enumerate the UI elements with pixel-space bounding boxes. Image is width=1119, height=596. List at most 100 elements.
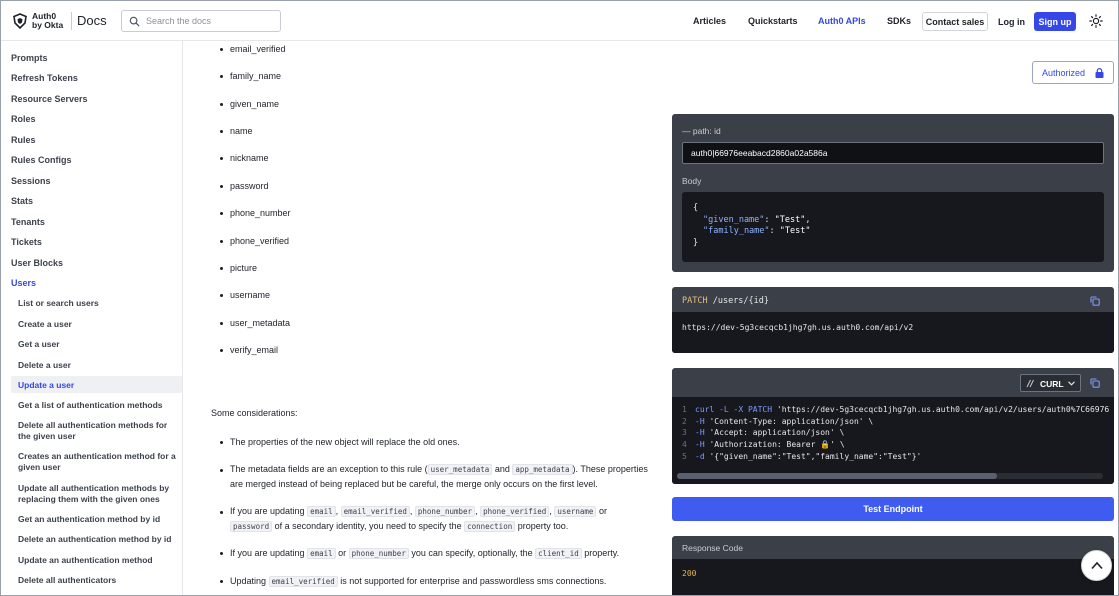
sidebar: Prompts Refresh Tokens Resource Servers …: [1, 41, 183, 595]
logo-text: Auth0 by Okta: [32, 12, 63, 30]
json-colon: :: [764, 215, 775, 225]
line-number: 1: [682, 405, 687, 414]
line-number: 4: [682, 440, 687, 449]
sidebar-item-rules[interactable]: Rules: [11, 135, 36, 145]
sidebar-item-resource-servers[interactable]: Resource Servers: [11, 94, 88, 104]
sidebar-subitem-update-user[interactable]: Update a user: [18, 380, 178, 391]
bullet: [220, 552, 223, 555]
sidebar-item-sessions[interactable]: Sessions: [11, 176, 51, 186]
search-input[interactable]: [146, 14, 276, 28]
field-email-verified: email_verified: [230, 44, 286, 54]
search-icon: [129, 16, 140, 27]
code-line: -H 'Authorization: Bearer 🔒' \: [695, 440, 845, 449]
sidebar-subitem-list-auth-methods[interactable]: Get a list of authentication methods: [18, 400, 178, 411]
search-box[interactable]: [121, 10, 281, 32]
path-param-label: — path: id: [682, 126, 721, 136]
theme-toggle-button[interactable]: [1088, 13, 1104, 29]
consideration-1: The properties of the new object will re…: [230, 435, 648, 449]
consideration-text: or: [335, 548, 349, 558]
code-app-metadata: app_metadata: [512, 464, 573, 475]
json-key: "given_name": [703, 215, 765, 225]
consideration-text: If you are updating: [230, 548, 308, 558]
sidebar-item-user-blocks[interactable]: User Blocks: [11, 258, 63, 268]
sidebar-subitem-list-users[interactable]: List or search users: [18, 298, 178, 309]
sidebar-item-roles[interactable]: Roles: [11, 114, 36, 124]
bullet: [220, 103, 223, 106]
endpoint-url-box: [672, 312, 1114, 353]
nav-auth0-apis[interactable]: Auth0 APIs: [818, 16, 866, 26]
consideration-text: property too.: [515, 521, 569, 531]
bullet: [220, 267, 223, 270]
login-button[interactable]: Log in: [996, 12, 1027, 31]
nav-quickstarts[interactable]: Quickstarts: [748, 16, 798, 26]
json-line-family-name: "family_name": "Test": [703, 226, 811, 236]
sidebar-item-stats[interactable]: Stats: [11, 196, 33, 206]
code-email-verified: email_verified: [340, 506, 410, 517]
code-token: 'https://dev-5g3cecqcb1jhg7gh.us.auth0.c…: [776, 405, 1110, 414]
signup-button[interactable]: Sign up: [1034, 12, 1076, 31]
code-phone-number: phone_number: [348, 548, 409, 559]
sidebar-subitem-create-auth-method[interactable]: Creates an authentication method for a g…: [18, 451, 178, 473]
sidebar-subitem-delete-all-auth-methods[interactable]: Delete all authentication methods for th…: [18, 420, 178, 442]
language-select[interactable]: CURL: [1020, 374, 1081, 392]
path-id-input[interactable]: auth0|66976eeabacd2860a02a586a: [682, 142, 1104, 164]
sidebar-subitem-replace-auth-methods[interactable]: Update all authentication methods by rep…: [18, 483, 178, 505]
sidebar-subitem-get-user[interactable]: Get a user: [18, 339, 178, 350]
consideration-4: If you are updating email or phone_numbe…: [230, 546, 648, 561]
copy-icon[interactable]: [1090, 296, 1100, 306]
code-token: curl -L -X PATCH: [695, 405, 777, 414]
sidebar-item-tenants[interactable]: Tenants: [11, 217, 45, 227]
line-number: 2: [682, 417, 687, 426]
code-phone-verified: phone_verified: [480, 506, 550, 517]
contact-sales-button[interactable]: Contact sales: [922, 12, 988, 31]
sidebar-subitem-delete-auth-method[interactable]: Delete an authentication method by id: [18, 534, 178, 545]
sidebar-item-refresh-tokens[interactable]: Refresh Tokens: [11, 73, 78, 83]
auth0-logo-icon[interactable]: [12, 13, 28, 29]
lock-icon: [1095, 68, 1104, 78]
sidebar-item-tickets[interactable]: Tickets: [11, 237, 42, 247]
code-password: password: [230, 521, 273, 532]
authorized-button[interactable]: Authorized: [1032, 61, 1114, 84]
code-token: 'Authorization: Bearer 🔒' \: [709, 440, 845, 449]
bullet: [220, 130, 223, 133]
consideration-text: of a secondary identity, you need to spe…: [272, 521, 465, 531]
authorized-label: Authorized: [1042, 68, 1086, 78]
sidebar-subitem-delete-authenticators[interactable]: Delete all authenticators: [18, 575, 178, 586]
consideration-text: and: [492, 464, 513, 474]
field-family-name: family_name: [230, 71, 282, 81]
sidebar-subitem-delete-user[interactable]: Delete a user: [18, 360, 178, 371]
field-nickname: nickname: [230, 153, 269, 163]
endpoint-base-url: https://dev-5g3cecqcb1jhg7gh.us.auth0.co…: [682, 323, 914, 332]
response-box: [672, 559, 1114, 595]
scroll-to-top-button[interactable]: [1081, 550, 1112, 581]
sidebar-subitem-create-user[interactable]: Create a user: [18, 319, 178, 330]
top-header: Auth0 by Okta Docs Articles Quickstarts …: [1, 1, 1118, 41]
json-value: "Test": [779, 226, 811, 236]
sidebar-subitem-update-auth-method[interactable]: Update an authentication method: [18, 555, 178, 566]
bullet: [220, 294, 223, 297]
consideration-text: The metadata fields are an exception to …: [230, 464, 428, 474]
json-brace-close: }: [693, 238, 699, 248]
field-verify-email: verify_email: [230, 345, 279, 355]
body-label: Body: [682, 176, 702, 186]
test-endpoint-button[interactable]: Test Endpoint: [672, 497, 1114, 521]
code-slash-icon: [1026, 379, 1034, 388]
nav-articles[interactable]: Articles: [693, 16, 726, 26]
copy-icon[interactable]: [1090, 378, 1100, 388]
separator: ,: [335, 506, 341, 516]
logo-divider: [71, 12, 72, 30]
field-given-name: given_name: [230, 99, 280, 109]
curl-code: 1 2 3 4 5 curl -L -X PATCH 'https://dev-…: [672, 397, 1114, 473]
body-editor[interactable]: { "given_name": "Test", "family_name": "…: [682, 192, 1104, 262]
sidebar-subitem-get-auth-method[interactable]: Get an authentication method by id: [18, 514, 178, 525]
bullet: [220, 469, 223, 472]
code-line: -d '{"given_name":"Test","family_name":"…: [695, 452, 921, 461]
sidebar-item-rules-configs[interactable]: Rules Configs: [11, 155, 72, 165]
docs-label[interactable]: Docs: [77, 13, 107, 28]
sidebar-item-users[interactable]: Users: [11, 278, 36, 288]
json-key: "family_name": [703, 226, 770, 236]
code-scrollbar-thumb[interactable]: [677, 473, 997, 479]
considerations-title: Some considerations:: [211, 408, 298, 418]
nav-sdks[interactable]: SDKs: [887, 16, 911, 26]
sidebar-item-prompts[interactable]: Prompts: [11, 53, 48, 63]
